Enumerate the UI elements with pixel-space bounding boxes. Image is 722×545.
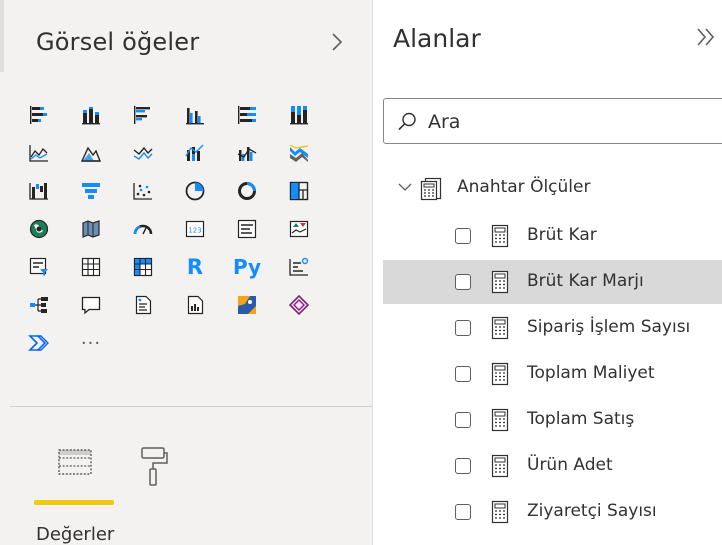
qa-icon[interactable] [74,290,108,320]
gauge-icon[interactable] [126,214,160,244]
field-checkbox[interactable] [455,366,471,382]
search-box [383,98,722,144]
field-row[interactable]: Ziyaretçi Sayısı [383,490,722,534]
line-chart-icon[interactable] [22,138,56,168]
tab-format[interactable] [128,442,178,502]
fields-pane: Alanlar Anahtar Ölçüler Brüt Kar [372,0,722,545]
field-checkbox[interactable] [455,458,471,474]
calculator-icon [491,362,509,386]
field-checkbox[interactable] [455,320,471,336]
calculator-icon [491,270,509,294]
kpi-icon[interactable] [282,214,316,244]
filled-map-icon[interactable] [74,214,108,244]
visualizations-pane: Görsel öğeler 123 R Py ··· Değerler [0,0,372,545]
paginated-report-icon[interactable] [178,290,212,320]
calculator-icon [491,224,509,248]
field-label: Toplam Maliyet [527,363,655,383]
field-checkbox[interactable] [455,274,471,290]
pane-edge [0,0,4,72]
matrix-icon[interactable] [126,252,160,282]
field-checkbox[interactable] [455,412,471,428]
card-icon[interactable]: 123 [178,214,212,244]
field-checkbox[interactable] [455,504,471,520]
100-stacked-column-chart-icon[interactable] [282,100,316,130]
table-name: Anahtar Ölçüler [457,177,591,197]
chevron-down-icon[interactable] [397,180,413,194]
field-row[interactable]: Toplam Maliyet [383,352,722,396]
scatter-chart-icon[interactable] [126,176,160,206]
measure-table-icon [420,177,442,201]
calculator-icon [491,500,509,524]
slicer-icon[interactable] [22,252,56,282]
format-paint-roller-icon [141,447,168,486]
clustered-bar-chart-icon[interactable] [126,100,160,130]
stacked-bar-chart-icon[interactable] [22,100,56,130]
field-row[interactable]: Ürün Adet [383,444,722,488]
field-row[interactable]: Brüt Kar [383,214,722,258]
arcgis-map-icon[interactable] [230,290,264,320]
stacked-area-chart-icon[interactable] [126,138,160,168]
100-stacked-bar-chart-icon[interactable] [230,100,264,130]
donut-chart-icon[interactable] [230,176,264,206]
field-label: Ürün Adet [527,455,613,475]
ribbon-chart-icon[interactable] [282,138,316,168]
r-visual-icon[interactable]: R [178,252,212,282]
table-icon[interactable] [74,252,108,282]
calculator-icon [491,408,509,432]
calculator-icon [491,454,509,478]
field-label: Sipariş İşlem Sayısı [527,317,691,337]
line-and-clustered-column-icon[interactable] [230,138,264,168]
field-checkbox[interactable] [455,228,471,244]
divider [10,406,372,407]
field-row[interactable]: Brüt Kar Marjı [383,260,722,304]
waterfall-chart-icon[interactable] [22,176,56,206]
field-row[interactable]: Toplam Satış [383,398,722,442]
line-and-stacked-column-icon[interactable] [178,138,212,168]
power-apps-icon[interactable] [282,290,316,320]
active-tab-indicator [34,500,114,505]
pie-chart-icon[interactable] [178,176,212,206]
search-input[interactable] [426,107,720,137]
area-chart-icon[interactable] [74,138,108,168]
key-influencers-icon[interactable] [282,252,316,282]
field-label: Toplam Satış [527,409,635,429]
values-well-label: Değerler [36,524,115,545]
smart-narrative-icon[interactable] [126,290,160,320]
power-automate-icon[interactable] [22,328,56,358]
double-chevron-right-icon[interactable] [695,24,717,57]
decomposition-tree-icon[interactable] [22,290,56,320]
stacked-column-chart-icon[interactable] [74,100,108,130]
field-label: Ziyaretçi Sayısı [527,501,657,521]
visualizations-title: Görsel öğeler [36,28,200,56]
fields-title: Alanlar [393,24,481,53]
funnel-icon[interactable] [74,176,108,206]
svg-text:123: 123 [188,227,201,235]
python-visual-icon[interactable]: Py [230,252,264,282]
search-icon [398,112,416,131]
calculator-icon [491,316,509,340]
multi-row-card-icon[interactable] [230,214,264,244]
field-row[interactable]: Sipariş İşlem Sayısı [383,306,722,350]
fields-well-icon [58,449,92,475]
field-label: Brüt Kar Marjı [527,271,644,291]
field-label: Brüt Kar [527,225,597,245]
map-icon[interactable] [22,214,56,244]
clustered-column-chart-icon[interactable] [178,100,212,130]
tab-fields-well[interactable] [50,442,100,502]
more-visuals-icon[interactable]: ··· [74,328,108,358]
treemap-icon[interactable] [282,176,316,206]
chevron-right-icon[interactable] [330,31,344,59]
table-anahtar-olculer[interactable]: Anahtar Ölçüler [383,166,722,210]
